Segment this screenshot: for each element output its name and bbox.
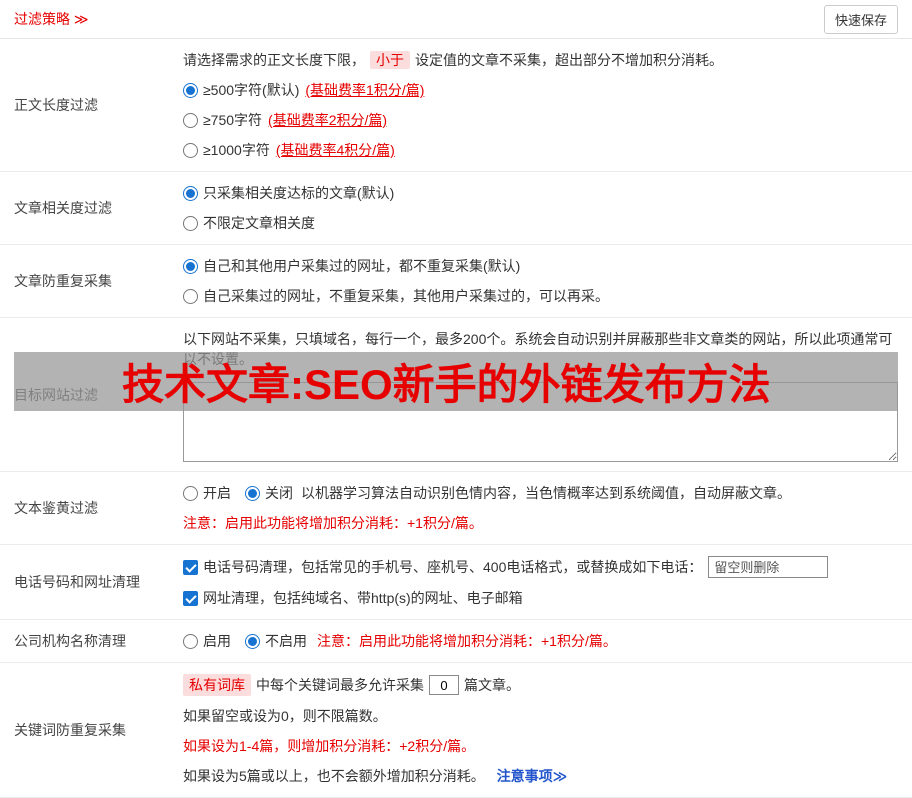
row-content-phone-url: 电话号码清理，包括常见的手机号、座机号、400电话格式，或替换成如下电话： 网址…	[183, 545, 912, 619]
length-1000-fee-note: (基础费率4积分/篇)	[276, 140, 395, 160]
row-label-company: 公司机构名称清理	[0, 620, 183, 662]
company-enable-label: 启用	[203, 631, 231, 651]
desc-highlight-less-than: 小于	[370, 51, 410, 69]
length-500-label: ≥500字符(默认)	[203, 80, 299, 100]
row-target-site-filter: 目标网站过滤 以下网站不采集，只填域名，每行一个，最多200个。系统会自动识别并…	[0, 318, 912, 472]
keyword-dedup-line4-text: 如果设为5篇或以上，也不会额外增加积分消耗。	[183, 768, 485, 784]
desc-text-post: 设定值的文章不采集，超出部分不增加积分消耗。	[415, 52, 723, 68]
length-500-radio[interactable]	[183, 83, 198, 98]
keyword-dedup-line1-suffix: 篇文章。	[464, 675, 520, 695]
row-label-phone-url: 电话号码和网址清理	[0, 545, 183, 619]
porn-on-label: 开启	[203, 483, 231, 503]
relevance-any-label: 不限定文章相关度	[203, 213, 315, 233]
length-1000-radio[interactable]	[183, 143, 198, 158]
page-title[interactable]: 过滤策略 ≫	[14, 9, 89, 29]
company-disable-radio[interactable]	[245, 634, 260, 649]
url-cleanup-label: 网址清理，包括纯域名、带http(s)的网址、电子邮箱	[203, 588, 523, 608]
porn-filter-description: 以机器学习算法自动识别色情内容，当色情概率达到系统阈值，自动屏蔽文章。	[301, 483, 791, 503]
length-1000-label: ≥1000字符	[203, 140, 270, 160]
company-enable-radio[interactable]	[183, 634, 198, 649]
row-porn-filter: 文本鉴黄过滤 开启 关闭 以机器学习算法自动识别色情内容，当色情概率达到系统阈值…	[0, 472, 912, 545]
keyword-dedup-line4: 如果设为5篇或以上，也不会额外增加积分消耗。 注意事项≫	[183, 761, 898, 791]
keyword-dedup-line1-text: 中每个关键词最多允许采集	[256, 675, 424, 695]
dedup-all-users-radio[interactable]	[183, 259, 198, 274]
row-dedup-filter: 文章防重复采集 自己和其他用户采集过的网址，都不重复采集(默认) 自己采集过的网…	[0, 245, 912, 318]
notes-link[interactable]: 注意事项≫	[497, 768, 568, 784]
watermark-overlay: 技术文章:SEO新手的外链发布方法	[14, 352, 898, 411]
row-label-keyword-dedup: 关键词防重复采集	[0, 663, 183, 797]
porn-filter-warning: 注意：启用此功能将增加积分消耗：+1积分/篇。	[183, 508, 898, 538]
dedup-all-users-label: 自己和其他用户采集过的网址，都不重复采集(默认)	[203, 256, 520, 276]
row-company-name-cleanup: 公司机构名称清理 启用 不启用 注意：启用此功能将增加积分消耗：+1积分/篇。	[0, 620, 912, 663]
keyword-dedup-line3: 如果设为1-4篇，则增加积分消耗：+2积分/篇。	[183, 731, 898, 761]
dedup-self-only-radio[interactable]	[183, 289, 198, 304]
length-750-radio[interactable]	[183, 113, 198, 128]
max-articles-input[interactable]	[429, 675, 459, 695]
row-label-relevance: 文章相关度过滤	[0, 172, 183, 244]
row-keyword-dedup: 关键词防重复采集 私有词库 中每个关键词最多允许采集 篇文章。 如果留空或设为0…	[0, 663, 912, 798]
row-content-relevance: 只采集相关度达标的文章(默认) 不限定文章相关度	[183, 172, 912, 244]
row-content-keyword-dedup: 私有词库 中每个关键词最多允许采集 篇文章。 如果留空或设为0，则不限篇数。 如…	[183, 663, 912, 797]
row-content-company: 启用 不启用 注意：启用此功能将增加积分消耗：+1积分/篇。	[183, 620, 912, 662]
dedup-option-self-only: 自己采集过的网址，不重复采集，其他用户采集过的，可以再采。	[183, 281, 898, 311]
relevance-option-strict: 只采集相关度达标的文章(默认)	[183, 178, 898, 208]
keyword-dedup-line1: 私有词库 中每个关键词最多允许采集 篇文章。	[183, 669, 898, 701]
row-content-body-length: 请选择需求的正文长度下限， 小于设定值的文章不采集，超出部分不增加积分消耗。 ≥5…	[183, 39, 912, 171]
porn-off-label: 关闭	[265, 483, 293, 503]
dedup-option-all-users: 自己和其他用户采集过的网址，都不重复采集(默认)	[183, 251, 898, 281]
body-length-description: 请选择需求的正文长度下限， 小于设定值的文章不采集，超出部分不增加积分消耗。	[183, 45, 898, 75]
company-cleanup-options: 启用 不启用 注意：启用此功能将增加积分消耗：+1积分/篇。	[183, 626, 898, 656]
replacement-phone-input[interactable]	[708, 556, 828, 578]
relevance-strict-label: 只采集相关度达标的文章(默认)	[203, 183, 394, 203]
row-label-dedup: 文章防重复采集	[0, 245, 183, 317]
row-label-body-length: 正文长度过滤	[0, 39, 183, 171]
row-phone-url-cleanup: 电话号码和网址清理 电话号码清理，包括常见的手机号、座机号、400电话格式，或替…	[0, 545, 912, 620]
phone-cleanup-label: 电话号码清理，包括常见的手机号、座机号、400电话格式，或替换成如下电话：	[203, 557, 702, 577]
length-500-fee-note: (基础费率1积分/篇)	[305, 80, 424, 100]
relevance-any-radio[interactable]	[183, 216, 198, 231]
keyword-dedup-line2: 如果留空或设为0，则不限篇数。	[183, 701, 898, 731]
private-lexicon-highlight: 私有词库	[183, 674, 251, 696]
row-content-porn: 开启 关闭 以机器学习算法自动识别色情内容，当色情概率达到系统阈值，自动屏蔽文章…	[183, 472, 912, 544]
row-label-porn: 文本鉴黄过滤	[0, 472, 183, 544]
row-relevance-filter: 文章相关度过滤 只采集相关度达标的文章(默认) 不限定文章相关度	[0, 172, 912, 245]
company-cleanup-warning: 注意：启用此功能将增加积分消耗：+1积分/篇。	[317, 631, 617, 651]
length-option-750: ≥750字符 (基础费率2积分/篇)	[183, 105, 898, 135]
url-cleanup-checkbox[interactable]	[183, 591, 198, 606]
row-content-dedup: 自己和其他用户采集过的网址，都不重复采集(默认) 自己采集过的网址，不重复采集，…	[183, 245, 912, 317]
dedup-self-only-label: 自己采集过的网址，不重复采集，其他用户采集过的，可以再采。	[203, 286, 609, 306]
company-disable-label: 不启用	[265, 631, 307, 651]
quick-save-button[interactable]: 快速保存	[824, 5, 898, 34]
length-750-fee-note: (基础费率2积分/篇)	[268, 110, 387, 130]
length-750-label: ≥750字符	[203, 110, 262, 130]
porn-off-radio[interactable]	[245, 486, 260, 501]
phone-cleanup-checkbox[interactable]	[183, 560, 198, 575]
top-bar: 过滤策略 ≫ 快速保存	[0, 0, 912, 39]
length-option-1000: ≥1000字符 (基础费率4积分/篇)	[183, 135, 898, 165]
url-cleanup-option: 网址清理，包括纯域名、带http(s)的网址、电子邮箱	[183, 583, 898, 613]
length-option-500: ≥500字符(默认) (基础费率1积分/篇)	[183, 75, 898, 105]
row-body-length-filter: 正文长度过滤 请选择需求的正文长度下限， 小于设定值的文章不采集，超出部分不增加积…	[0, 39, 912, 172]
porn-on-radio[interactable]	[183, 486, 198, 501]
relevance-option-any: 不限定文章相关度	[183, 208, 898, 238]
porn-filter-options: 开启 关闭 以机器学习算法自动识别色情内容，当色情概率达到系统阈值，自动屏蔽文章…	[183, 478, 898, 508]
relevance-strict-radio[interactable]	[183, 186, 198, 201]
phone-cleanup-option: 电话号码清理，包括常见的手机号、座机号、400电话格式，或替换成如下电话：	[183, 551, 898, 583]
watermark-text: 技术文章:SEO新手的外链发布方法	[122, 351, 771, 412]
desc-text-pre: 请选择需求的正文长度下限，	[183, 52, 365, 68]
